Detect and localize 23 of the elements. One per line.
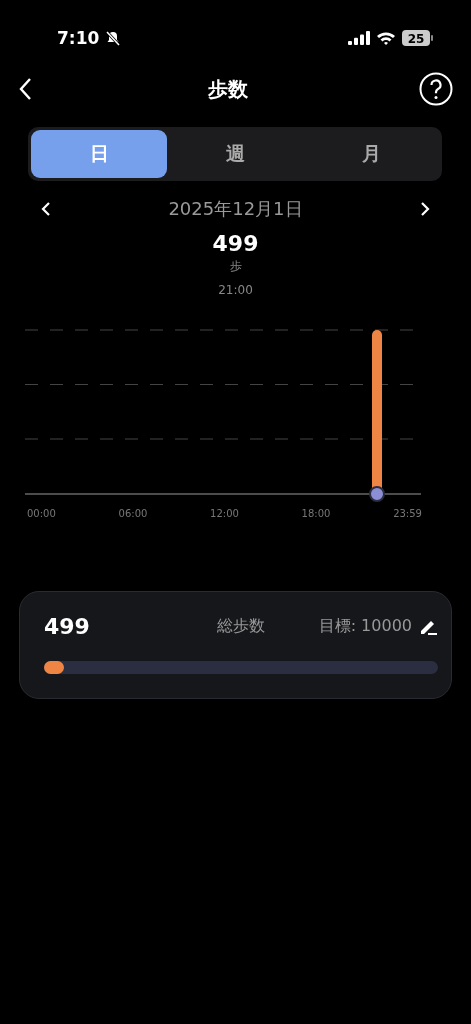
axis-label: 18:00	[301, 507, 331, 521]
axis-label: 06:00	[118, 507, 148, 521]
next-day-button[interactable]	[419, 200, 431, 218]
wifi-icon	[376, 31, 396, 45]
battery-icon: 25	[402, 30, 433, 46]
total-steps-label: 総歩数	[217, 616, 266, 637]
signal-icon	[348, 31, 370, 45]
help-button[interactable]	[419, 72, 453, 106]
previous-day-button[interactable]	[40, 200, 52, 218]
page-title: 歩数	[207, 75, 248, 103]
selected-time: 21:00	[218, 283, 253, 297]
period-tab[interactable]: 週	[167, 130, 303, 178]
goal-label: 目標: 10000	[318, 616, 412, 637]
steps-unit: 歩	[229, 258, 242, 275]
total-steps: 499	[44, 614, 164, 639]
status-time: 7:10	[57, 28, 100, 48]
date-label: 2025年12月1日	[168, 197, 303, 221]
axis-label: 00:00	[27, 507, 56, 521]
period-tab[interactable]: 月	[303, 130, 439, 178]
bar-marker	[369, 486, 385, 502]
axis-label: 12:00	[210, 507, 239, 521]
axis-label: 23:59	[393, 507, 422, 521]
selected-steps: 499	[212, 231, 259, 256]
